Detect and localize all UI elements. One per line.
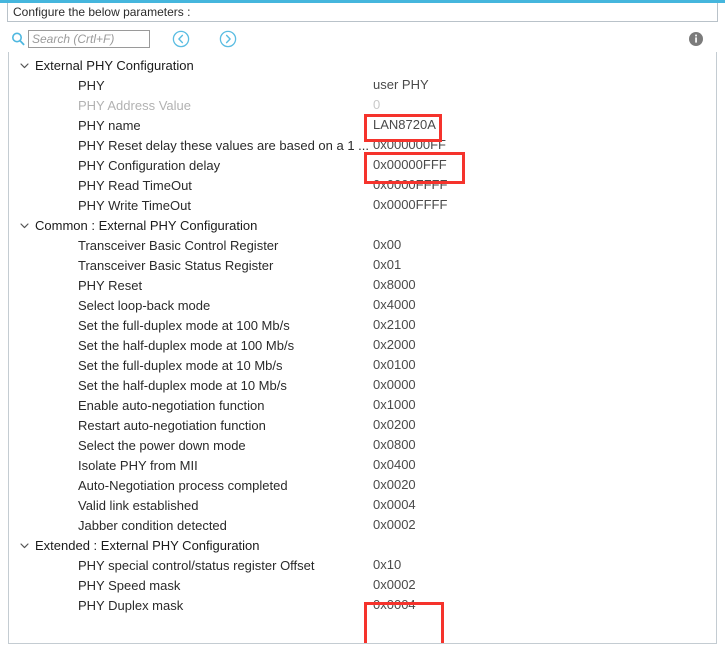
parameter-tree-panel[interactable]: External PHY Configuration PHY user PHY PHY… xyxy=(8,52,717,644)
tree-group-label: External PHY Configuration xyxy=(35,57,194,73)
tree-item-label: PHY Configuration delay xyxy=(78,157,221,173)
tree-item-row[interactable]: Isolate PHY from MII 0x0400 xyxy=(9,455,716,475)
tree-group-label: Extended : External PHY Configuration xyxy=(35,537,260,553)
tree-item-label: Select the power down mode xyxy=(78,437,246,453)
tree-item-row[interactable]: Set the full-duplex mode at 10 Mb/s 0x010… xyxy=(9,355,716,375)
tree-item-row[interactable]: Auto-Negotiation process completed 0x0020 xyxy=(9,475,716,495)
parameter-tree: External PHY Configuration PHY user PHY PHY… xyxy=(9,52,716,615)
tree-item-label: Set the half-duplex mode at 10 Mb/s xyxy=(78,377,287,393)
search-icon xyxy=(11,31,26,47)
tree-item-label: PHY Reset delay these values are based o… xyxy=(78,137,369,153)
tree-item-label: Restart auto-negotiation function xyxy=(78,417,266,433)
chevron-down-icon[interactable] xyxy=(18,55,31,75)
tree-item-label: PHY special control/status register Offs… xyxy=(78,557,315,573)
tree-item-label: PHY name xyxy=(78,117,141,133)
tree-item-value[interactable]: user PHY xyxy=(373,75,429,95)
tree-item-value[interactable]: 0x0020 xyxy=(373,475,416,495)
tree-item-value[interactable]: 0x01 xyxy=(373,255,401,275)
tree-item-row[interactable]: Jabber condition detected 0x0002 xyxy=(9,515,716,535)
tree-item-row[interactable]: PHY Address Value 0 xyxy=(9,95,716,115)
tree-item-row[interactable]: Set the full-duplex mode at 100 Mb/s 0x21… xyxy=(9,315,716,335)
tree-item-row[interactable]: PHY user PHY xyxy=(9,75,716,95)
tree-item-label: Transceiver Basic Status Register xyxy=(78,257,274,273)
tree-item-value[interactable]: 0x0000FFFF xyxy=(373,195,447,215)
tree-group-row[interactable]: Common : External PHY Configuration xyxy=(9,215,716,235)
tree-item-label: PHY xyxy=(78,77,105,93)
tree-item-row[interactable]: PHY Configuration delay 0x00000FFF xyxy=(9,155,716,175)
tree-item-row[interactable]: PHY Reset 0x8000 xyxy=(9,275,716,295)
tree-item-value[interactable]: LAN8720A xyxy=(373,115,436,135)
tree-item-row[interactable]: PHY Duplex mask 0x0004 xyxy=(9,595,716,615)
tree-item-value[interactable]: 0x4000 xyxy=(373,295,416,315)
tree-item-value[interactable]: 0x0000FFFF xyxy=(373,175,447,195)
tree-item-label: Enable auto-negotiation function xyxy=(78,397,265,413)
tree-item-value[interactable]: 0x2100 xyxy=(373,315,416,335)
previous-match-button[interactable] xyxy=(172,30,190,48)
tree-item-label: PHY Duplex mask xyxy=(78,597,184,613)
tree-item-label: Set the full-duplex mode at 100 Mb/s xyxy=(78,317,290,333)
tree-item-row[interactable]: Transceiver Basic Control Register 0x00 xyxy=(9,235,716,255)
tree-item-value[interactable]: 0x00000FFF xyxy=(373,155,447,175)
tree-item-row[interactable]: PHY Speed mask 0x0002 xyxy=(9,575,716,595)
tree-item-value[interactable]: 0x0100 xyxy=(373,355,416,375)
tree-group-row[interactable]: External PHY Configuration xyxy=(9,55,716,75)
tree-item-row[interactable]: Transceiver Basic Status Register 0x01 xyxy=(9,255,716,275)
tree-item-row[interactable]: Set the half-duplex mode at 100 Mb/s 0x20… xyxy=(9,335,716,355)
tree-item-value[interactable]: 0 xyxy=(373,95,380,115)
search-input[interactable] xyxy=(28,30,150,48)
tree-item-label: Transceiver Basic Control Register xyxy=(78,237,279,253)
tree-group-row[interactable]: Extended : External PHY Configuration xyxy=(9,535,716,555)
tree-group-label: Common : External PHY Configuration xyxy=(35,217,258,233)
tree-item-label: PHY Speed mask xyxy=(78,577,181,593)
tree-item-value[interactable]: 0x0002 xyxy=(373,575,416,595)
tree-item-value[interactable]: 0x8000 xyxy=(373,275,416,295)
toolbar xyxy=(8,26,717,52)
tree-item-value[interactable]: 0x10 xyxy=(373,555,401,575)
tree-item-row[interactable]: PHY Read TimeOut 0x0000FFFF xyxy=(9,175,716,195)
tree-item-row[interactable]: Set the half-duplex mode at 10 Mb/s 0x000… xyxy=(9,375,716,395)
tree-item-value[interactable]: 0x2000 xyxy=(373,335,416,355)
next-match-button[interactable] xyxy=(219,30,237,48)
tree-item-row[interactable]: PHY special control/status register Offs… xyxy=(9,555,716,575)
tree-item-label: PHY Write TimeOut xyxy=(78,197,191,213)
tree-item-label: PHY Reset xyxy=(78,277,143,293)
info-icon[interactable] xyxy=(687,30,705,48)
tree-item-value[interactable]: 0x0002 xyxy=(373,515,416,535)
tree-item-value[interactable]: 0x0400 xyxy=(373,455,416,475)
tree-item-value[interactable]: 0x0000 xyxy=(373,375,416,395)
page-title: Configure the below parameters : xyxy=(13,5,191,19)
tree-item-label: Set the half-duplex mode at 100 Mb/s xyxy=(78,337,295,353)
tree-item-value[interactable]: 0x0200 xyxy=(373,415,416,435)
tree-item-row[interactable]: PHY Write TimeOut 0x0000FFFF xyxy=(9,195,716,215)
tree-item-value[interactable]: 0x0004 xyxy=(373,595,416,615)
tree-item-label: Auto-Negotiation process completed xyxy=(78,477,288,493)
tree-item-label: PHY Address Value xyxy=(78,97,191,113)
tree-item-label: Set the full-duplex mode at 10 Mb/s xyxy=(78,357,283,373)
tree-item-value[interactable]: 0x1000 xyxy=(373,395,416,415)
tree-item-value[interactable]: 0x0800 xyxy=(373,435,416,455)
tree-item-value[interactable]: 0x0004 xyxy=(373,495,416,515)
chevron-down-icon[interactable] xyxy=(18,215,31,235)
tree-item-row[interactable]: PHY name LAN8720A xyxy=(9,115,716,135)
tree-item-value[interactable]: 0x00 xyxy=(373,235,401,255)
tree-item-value[interactable]: 0x000000FF xyxy=(373,135,446,155)
tree-item-label: Jabber condition detected xyxy=(78,517,227,533)
tree-item-row[interactable]: Select the power down mode 0x0800 xyxy=(9,435,716,455)
tree-item-row[interactable]: Select loop-back mode 0x4000 xyxy=(9,295,716,315)
panel-title-bar: Configure the below parameters : xyxy=(7,3,718,22)
tree-item-label: PHY Read TimeOut xyxy=(78,177,192,193)
configuration-panel: Configure the below parameters : Search … xyxy=(0,0,725,660)
tree-item-label: Select loop-back mode xyxy=(78,297,211,313)
tree-item-row[interactable]: Restart auto-negotiation function 0x0200 xyxy=(9,415,716,435)
tree-item-row[interactable]: PHY Reset delay these values are based o… xyxy=(9,135,716,155)
tree-item-row[interactable]: Valid link established 0x0004 xyxy=(9,495,716,515)
chevron-down-icon[interactable] xyxy=(18,535,31,555)
tree-item-label: Valid link established xyxy=(78,497,199,513)
tree-item-label: Isolate PHY from MII xyxy=(78,457,198,473)
tree-item-row[interactable]: Enable auto-negotiation function 0x1000 xyxy=(9,395,716,415)
